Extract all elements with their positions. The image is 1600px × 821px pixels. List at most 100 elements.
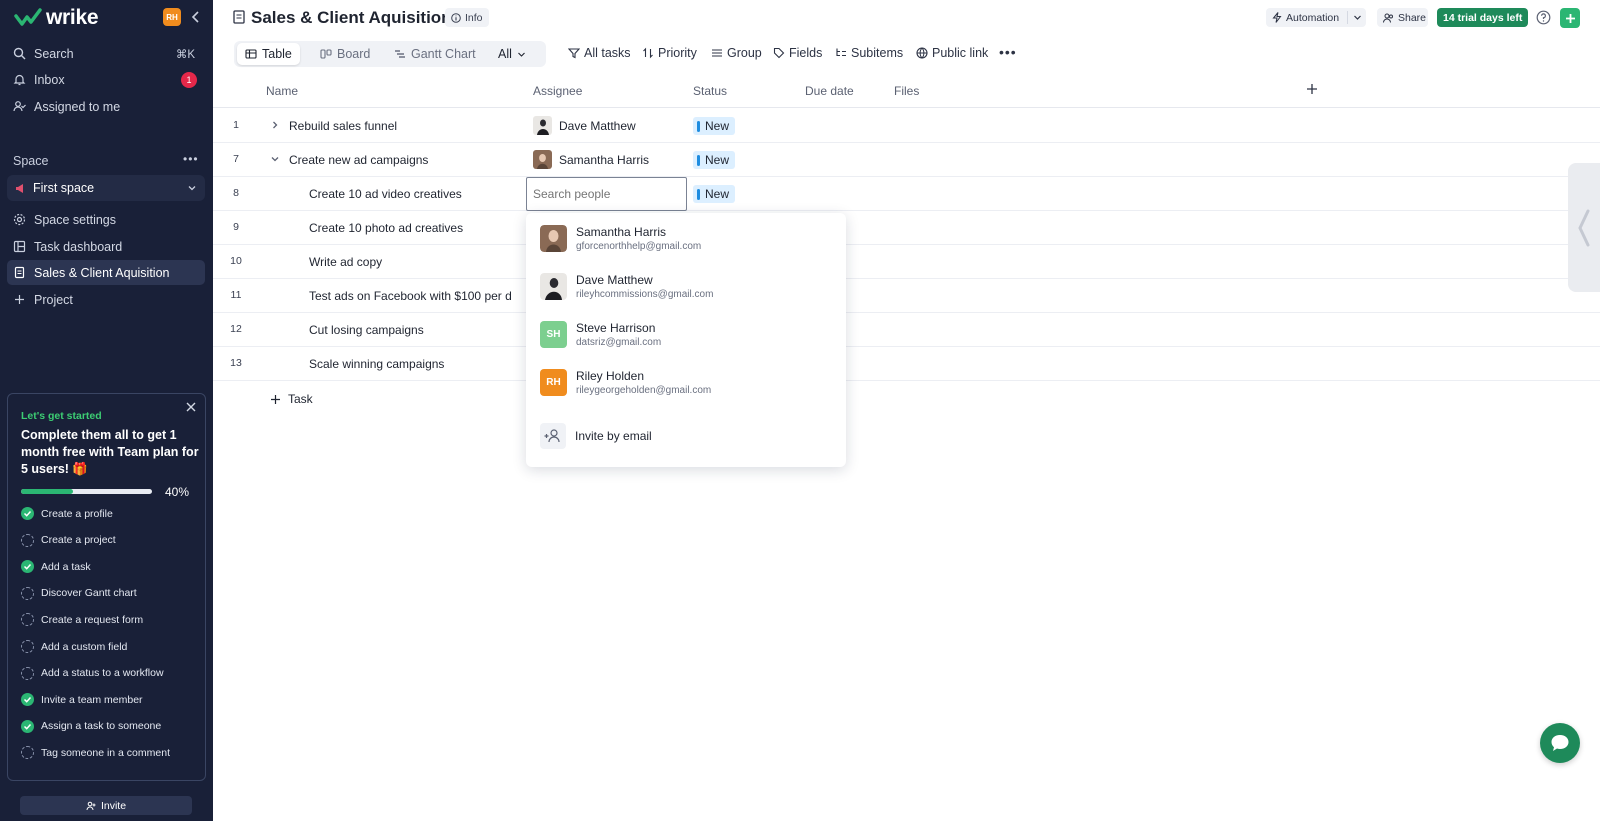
space-more-icon[interactable]: •••	[183, 152, 199, 166]
table-row[interactable]: 9 Create 10 photo ad creatives	[213, 211, 1600, 245]
add-column-icon[interactable]	[1305, 82, 1319, 96]
user-check-icon	[13, 101, 26, 112]
status-badge[interactable]: New	[693, 151, 736, 169]
nav-assigned-to-me[interactable]: Assigned to me	[7, 94, 205, 119]
checklist-item[interactable]: Tag someone in a comment	[21, 746, 170, 760]
checklist-item[interactable]: Create a project	[21, 533, 116, 547]
assignee-cell[interactable]: Samantha Harris	[533, 150, 649, 169]
subitems-button[interactable]: Subitems	[835, 46, 903, 60]
plus-icon	[1565, 13, 1575, 23]
task-name[interactable]: Scale winning campaigns	[309, 357, 444, 371]
checklist-item[interactable]: Create a request form	[21, 613, 143, 627]
help-icon[interactable]	[1536, 10, 1551, 25]
user-avatar[interactable]: RH	[163, 8, 181, 26]
person-name: Riley Holden	[576, 369, 645, 383]
create-new-button[interactable]	[1560, 8, 1580, 28]
checklist-item-label: Invite a team member	[41, 693, 143, 706]
search-people-input[interactable]	[526, 177, 687, 211]
checklist-item-label: Create a profile	[41, 507, 113, 520]
wrike-logo[interactable]: wrike	[14, 6, 99, 30]
table-row[interactable]: 13 Scale winning campaigns	[213, 347, 1600, 381]
unchecked-circle-icon	[21, 666, 34, 680]
column-files[interactable]: Files	[894, 84, 919, 98]
space-select[interactable]: First space	[7, 175, 205, 201]
status-badge[interactable]: New	[693, 185, 736, 203]
view-all-dropdown[interactable]: All	[490, 43, 534, 65]
tab-board[interactable]: Board	[312, 43, 378, 65]
invite-by-email-option[interactable]: Invite by email	[540, 423, 652, 449]
close-icon[interactable]	[185, 401, 197, 413]
table-row[interactable]: 1 Rebuild sales funnel Dave Matthew New	[213, 109, 1600, 143]
row-number: 1	[233, 119, 239, 131]
nav-sales-client-aquisition[interactable]: Sales & Client Aquisition	[7, 260, 205, 285]
nav-task-dashboard[interactable]: Task dashboard	[7, 234, 205, 259]
table-row[interactable]: 7 Create new ad campaigns Samantha Harri…	[213, 143, 1600, 177]
table-header: Name Assignee Status Due date Files	[213, 75, 1600, 108]
task-name[interactable]: Create new ad campaigns	[289, 153, 428, 167]
table-row[interactable]: 11 Test ads on Facebook with $100 per d	[213, 279, 1600, 313]
group-button[interactable]: Group	[711, 46, 762, 60]
tab-gantt-chart[interactable]: Gantt Chart	[386, 43, 484, 65]
people-picker-dropdown: Samantha Harris gforcenorthhelp@gmail.co…	[526, 213, 846, 467]
column-assignee[interactable]: Assignee	[533, 84, 582, 98]
table-row[interactable]: 12 Cut losing campaigns	[213, 313, 1600, 347]
nav-project-label: Project	[34, 292, 73, 307]
status-badge[interactable]: New	[693, 117, 736, 135]
checklist-item[interactable]: Add a status to a workflow	[21, 666, 164, 680]
fields-button[interactable]: Fields	[773, 46, 822, 60]
assignee-cell[interactable]: Dave Matthew	[533, 116, 636, 135]
person-option[interactable]: Dave Matthew rileyhcommissions@gmail.com	[540, 273, 713, 300]
sort-priority[interactable]: Priority	[642, 46, 697, 60]
nav-space-settings[interactable]: Space settings	[7, 207, 205, 232]
checklist-item[interactable]: Invite a team member	[21, 693, 143, 707]
checklist-item[interactable]: Add a task	[21, 560, 91, 574]
chevron-right-icon[interactable]	[270, 120, 280, 130]
task-name[interactable]: Create 10 photo ad creatives	[309, 221, 463, 235]
invite-button[interactable]: Invite	[20, 796, 192, 815]
nav-add-project[interactable]: Project	[7, 287, 205, 312]
checklist-item-label: Tag someone in a comment	[41, 746, 170, 759]
person-option[interactable]: SH Steve Harrison datsriz@gmail.com	[540, 321, 661, 348]
table-row[interactable]: 8 Create 10 ad video creatives New	[213, 177, 1600, 211]
automation-label: Automation	[1286, 11, 1340, 24]
collapse-sidebar-icon[interactable]	[188, 8, 204, 26]
checklist-item[interactable]: Discover Gantt chart	[21, 586, 137, 600]
public-link-button[interactable]: Public link	[916, 46, 988, 60]
checklist-item[interactable]: Create a profile	[21, 507, 113, 520]
logo-text: wrike	[46, 6, 99, 29]
nav-assigned-label: Assigned to me	[34, 99, 121, 114]
chat-button[interactable]	[1540, 723, 1580, 763]
task-name[interactable]: Create 10 ad video creatives	[309, 187, 462, 201]
side-panel-handle[interactable]	[1568, 163, 1600, 292]
info-button[interactable]: Info	[445, 8, 489, 27]
nav-inbox[interactable]: Inbox 1	[7, 67, 205, 92]
task-name[interactable]: Rebuild sales funnel	[289, 119, 397, 133]
column-status[interactable]: Status	[693, 84, 727, 98]
share-button[interactable]: Share	[1377, 8, 1428, 27]
page-title[interactable]: Sales & Client Aquisition	[251, 8, 452, 28]
person-option[interactable]: RH Riley Holden rileygeorgeholden@gmail.…	[540, 369, 711, 396]
task-name[interactable]: Cut losing campaigns	[309, 323, 424, 337]
chevron-down-icon[interactable]	[1353, 13, 1362, 22]
checklist-item[interactable]: Assign a task to someone	[21, 719, 161, 733]
inbox-count-badge: 1	[181, 72, 197, 88]
add-user-icon	[86, 801, 96, 810]
trial-days-badge[interactable]: 14 trial days left	[1437, 8, 1529, 27]
nav-search[interactable]: Search ⌘K	[7, 41, 205, 66]
column-name[interactable]: Name	[266, 84, 298, 98]
column-due-date[interactable]: Due date	[805, 84, 854, 98]
bell-icon	[13, 74, 26, 86]
globe-icon	[916, 47, 928, 59]
info-icon	[451, 12, 461, 23]
person-option[interactable]: Samantha Harris gforcenorthhelp@gmail.co…	[540, 225, 701, 252]
add-task-button[interactable]: Task	[270, 392, 313, 406]
more-options-icon[interactable]: •••	[999, 44, 1017, 60]
tab-table[interactable]: Table	[237, 43, 300, 65]
checklist-item[interactable]: Add a custom field	[21, 640, 127, 653]
automation-button[interactable]: Automation	[1266, 8, 1366, 27]
task-name[interactable]: Write ad copy	[309, 255, 382, 269]
chevron-down-icon[interactable]	[270, 154, 280, 164]
table-row[interactable]: 10 Write ad copy	[213, 245, 1600, 279]
filter-all-tasks[interactable]: All tasks	[568, 46, 631, 60]
task-name[interactable]: Test ads on Facebook with $100 per d	[309, 289, 512, 303]
